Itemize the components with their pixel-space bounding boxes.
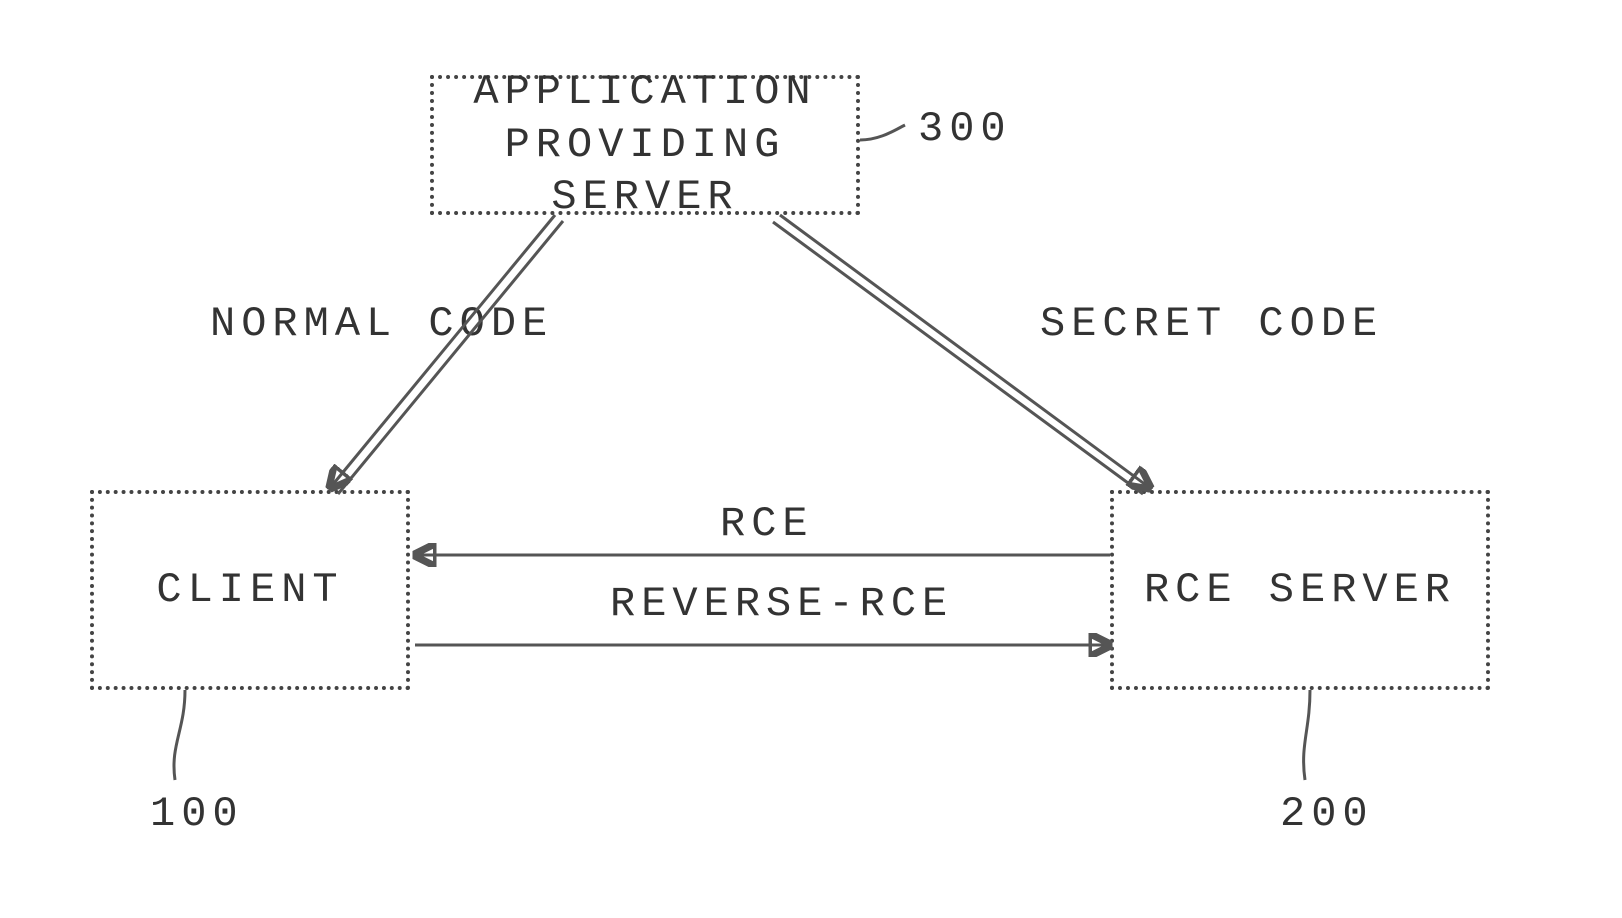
edge-label-secret-code: SECRET CODE — [1040, 300, 1383, 348]
ref-client: 100 — [150, 790, 244, 838]
edge-label-normal-code: NORMAL CODE — [210, 300, 553, 348]
node-app-server: APPLICATION PROVIDING SERVER — [430, 75, 860, 215]
ref-rce-server: 200 — [1280, 790, 1374, 838]
diagram-canvas: APPLICATION PROVIDING SERVER 300 CLIENT … — [0, 0, 1622, 918]
edge-label-reverse-rce: REVERSE-RCE — [610, 580, 953, 628]
node-client: CLIENT — [90, 490, 410, 690]
node-app-server-line2: PROVIDING SERVER — [505, 121, 786, 222]
node-client-label: CLIENT — [156, 564, 343, 617]
edge-label-rce: RCE — [720, 500, 814, 548]
ref-app-server: 300 — [918, 105, 1012, 153]
node-app-server-line1: APPLICATION — [473, 68, 816, 116]
node-rce-server-label: RCE SERVER — [1144, 564, 1456, 617]
node-rce-server: RCE SERVER — [1110, 490, 1490, 690]
